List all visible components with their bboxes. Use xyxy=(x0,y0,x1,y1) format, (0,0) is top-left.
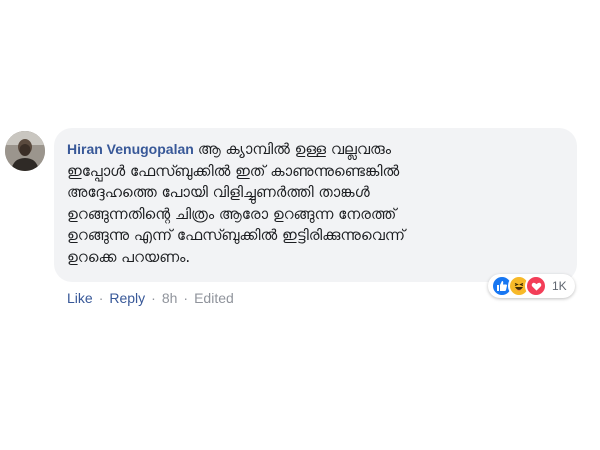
separator: · xyxy=(183,290,189,306)
edited-label[interactable]: Edited xyxy=(194,290,234,306)
separator: · xyxy=(98,290,104,306)
reactions-summary[interactable]: 1K xyxy=(488,274,575,298)
comment-line: ഉറങ്ങുന്നു എന്ന് ഫേസ്ബുക്കിൽ ഇട്ടിരിക്കു… xyxy=(67,226,406,245)
comment-line: ആ ക്യാമ്പിൽ ഉള്ള വല്ലവരും xyxy=(197,140,392,158)
timestamp[interactable]: 8h xyxy=(162,290,178,306)
love-icon xyxy=(525,275,547,297)
reply-link[interactable]: Reply xyxy=(109,290,145,306)
comment-line: അദ്ദേഹത്തെ പോയി വിളിച്ചുണർത്തി താങ്കൾ xyxy=(67,183,370,202)
avatar[interactable] xyxy=(5,131,45,171)
comment-block: Hiran Venugopalan ആ ക്യാമ്പിൽ ഉള്ള വല്ലവര… xyxy=(0,0,600,450)
comment-line: ഉറക്കെ പറയണം. xyxy=(67,247,191,266)
comment-line: ഉറങ്ങുന്നതിന്റെ ചിത്രം ആരോ ഉറങ്ങുന്ന നേര… xyxy=(67,204,397,223)
comment-actions: Like · Reply · 8h · Edited xyxy=(67,290,234,306)
comment-bubble: Hiran Venugopalan ആ ക്യാമ്പിൽ ഉള്ള വല്ലവര… xyxy=(54,128,577,282)
reaction-count: 1K xyxy=(552,279,567,293)
like-link[interactable]: Like xyxy=(67,290,93,306)
comment-text: Hiran Venugopalan ആ ക്യാമ്പിൽ ഉള്ള വല്ലവര… xyxy=(67,139,565,269)
author-name[interactable]: Hiran Venugopalan xyxy=(67,141,194,157)
comment-line: ഇപ്പോൾ ഫേസ്ബുക്കിൽ ഇത് കാണുന്നുണ്ടെങ്കിൽ xyxy=(67,161,400,180)
separator: · xyxy=(151,290,156,306)
